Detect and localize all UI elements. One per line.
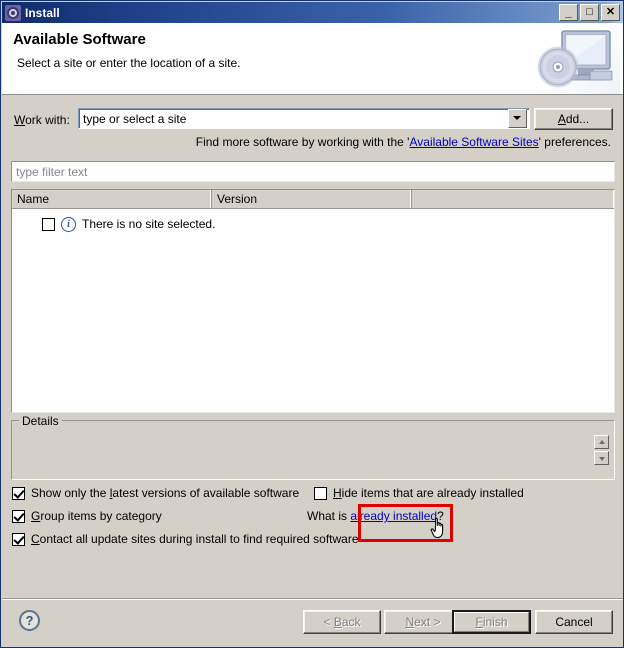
page-title: Available Software [13, 31, 146, 48]
wizard-banner: Available Software Select a site or ente… [2, 23, 623, 95]
hide-already-installed-label: Hide items that are already installed [333, 486, 524, 500]
maximize-button[interactable]: □ [580, 4, 599, 21]
scroll-down-icon[interactable] [594, 451, 609, 465]
contact-all-update-sites-checkbox[interactable] [12, 532, 25, 546]
chevron-down-icon[interactable] [508, 109, 527, 128]
footer-separator [2, 598, 623, 600]
column-header-version[interactable]: Version [212, 190, 412, 208]
what-is-already-installed: What is already installed? [307, 509, 444, 523]
column-header-extra[interactable] [412, 190, 614, 208]
table-row[interactable]: i There is no site selected. [12, 214, 614, 234]
option-hide-already-installed[interactable]: Hide items that are already installed [314, 486, 524, 500]
back-mnemonic: B [333, 615, 342, 629]
title-bar: Install _ □ ✕ [2, 2, 623, 23]
cancel-button[interactable]: Cancel [535, 610, 613, 634]
group-by-category-label: Group items by category [31, 509, 162, 523]
gear-icon [5, 4, 21, 21]
page-subtitle: Select a site or enter the location of a… [17, 56, 241, 70]
back-label-rest: ack [341, 615, 361, 629]
hint-suffix: ' preferences. [538, 135, 611, 149]
work-with-mnemonic: W [14, 113, 26, 127]
option-group-by-category[interactable]: Group items by category [12, 509, 162, 523]
minimize-button[interactable]: _ [559, 4, 578, 21]
finish-mnemonic: F [475, 615, 483, 629]
work-with-value: type or select a site [83, 111, 187, 126]
available-software-sites-link[interactable]: Available Software Sites [409, 135, 538, 149]
what-is-prefix: What is [307, 509, 351, 523]
hide-already-installed-checkbox[interactable] [314, 486, 327, 500]
filter-input[interactable]: type filter text [11, 161, 615, 182]
maximize-icon: □ [586, 6, 593, 18]
row-checkbox[interactable] [42, 217, 55, 231]
question-mark-icon[interactable]: ? [19, 610, 40, 631]
back-button[interactable]: < Back [303, 610, 381, 634]
add-button-rest: dd... [565, 112, 590, 126]
pointing-hand-cursor [429, 516, 449, 540]
add-site-button[interactable]: Add... [534, 108, 613, 130]
work-with-label: Work with: [14, 113, 70, 127]
details-panel [11, 420, 615, 480]
hint-prefix: Find more software by working with the ' [195, 135, 410, 149]
add-mnemonic: A [557, 112, 566, 126]
option-show-latest-versions[interactable]: Show only the latest versions of availab… [12, 486, 299, 500]
finish-button[interactable]: Finish [452, 610, 531, 634]
work-with-label-rest: ork with: [25, 113, 70, 127]
contact-all-update-sites-label: Contact all update sites during install … [31, 532, 359, 546]
details-scrollbar[interactable] [594, 435, 609, 467]
minimize-icon: _ [565, 5, 572, 19]
close-button[interactable]: ✕ [601, 4, 620, 21]
scroll-up-icon[interactable] [594, 435, 609, 449]
group-by-category-checkbox[interactable] [12, 509, 25, 523]
monitor-with-disc-icon [534, 23, 620, 94]
column-header-name[interactable]: Name [12, 190, 212, 208]
row-label: There is no site selected. [82, 217, 216, 231]
next-label-rest: ext > [414, 615, 441, 629]
close-icon: ✕ [605, 6, 616, 18]
option-contact-all-update-sites[interactable]: Contact all update sites during install … [12, 532, 359, 546]
install-dialog-window: Install _ □ ✕ Available Software Select … [0, 0, 624, 648]
work-with-combobox[interactable]: type or select a site [78, 108, 530, 129]
window-title: Install [25, 5, 60, 20]
available-software-table[interactable]: Name Version i There is no site selected… [11, 189, 615, 413]
window-controls: _ □ ✕ [559, 4, 620, 21]
show-latest-versions-label: Show only the latest versions of availab… [31, 486, 300, 500]
table-header: Name Version [12, 190, 614, 209]
details-legend: Details [19, 414, 62, 428]
next-button[interactable]: Next > [384, 610, 462, 634]
finish-label: Finish [454, 612, 529, 632]
info-icon: i [61, 216, 76, 232]
next-mnemonic: N [405, 615, 415, 629]
already-installed-link[interactable]: already installed [350, 509, 437, 523]
filter-placeholder: type filter text [16, 164, 88, 179]
show-latest-versions-checkbox[interactable] [12, 486, 25, 500]
available-sites-hint: Find more software by working with the '… [196, 135, 611, 149]
